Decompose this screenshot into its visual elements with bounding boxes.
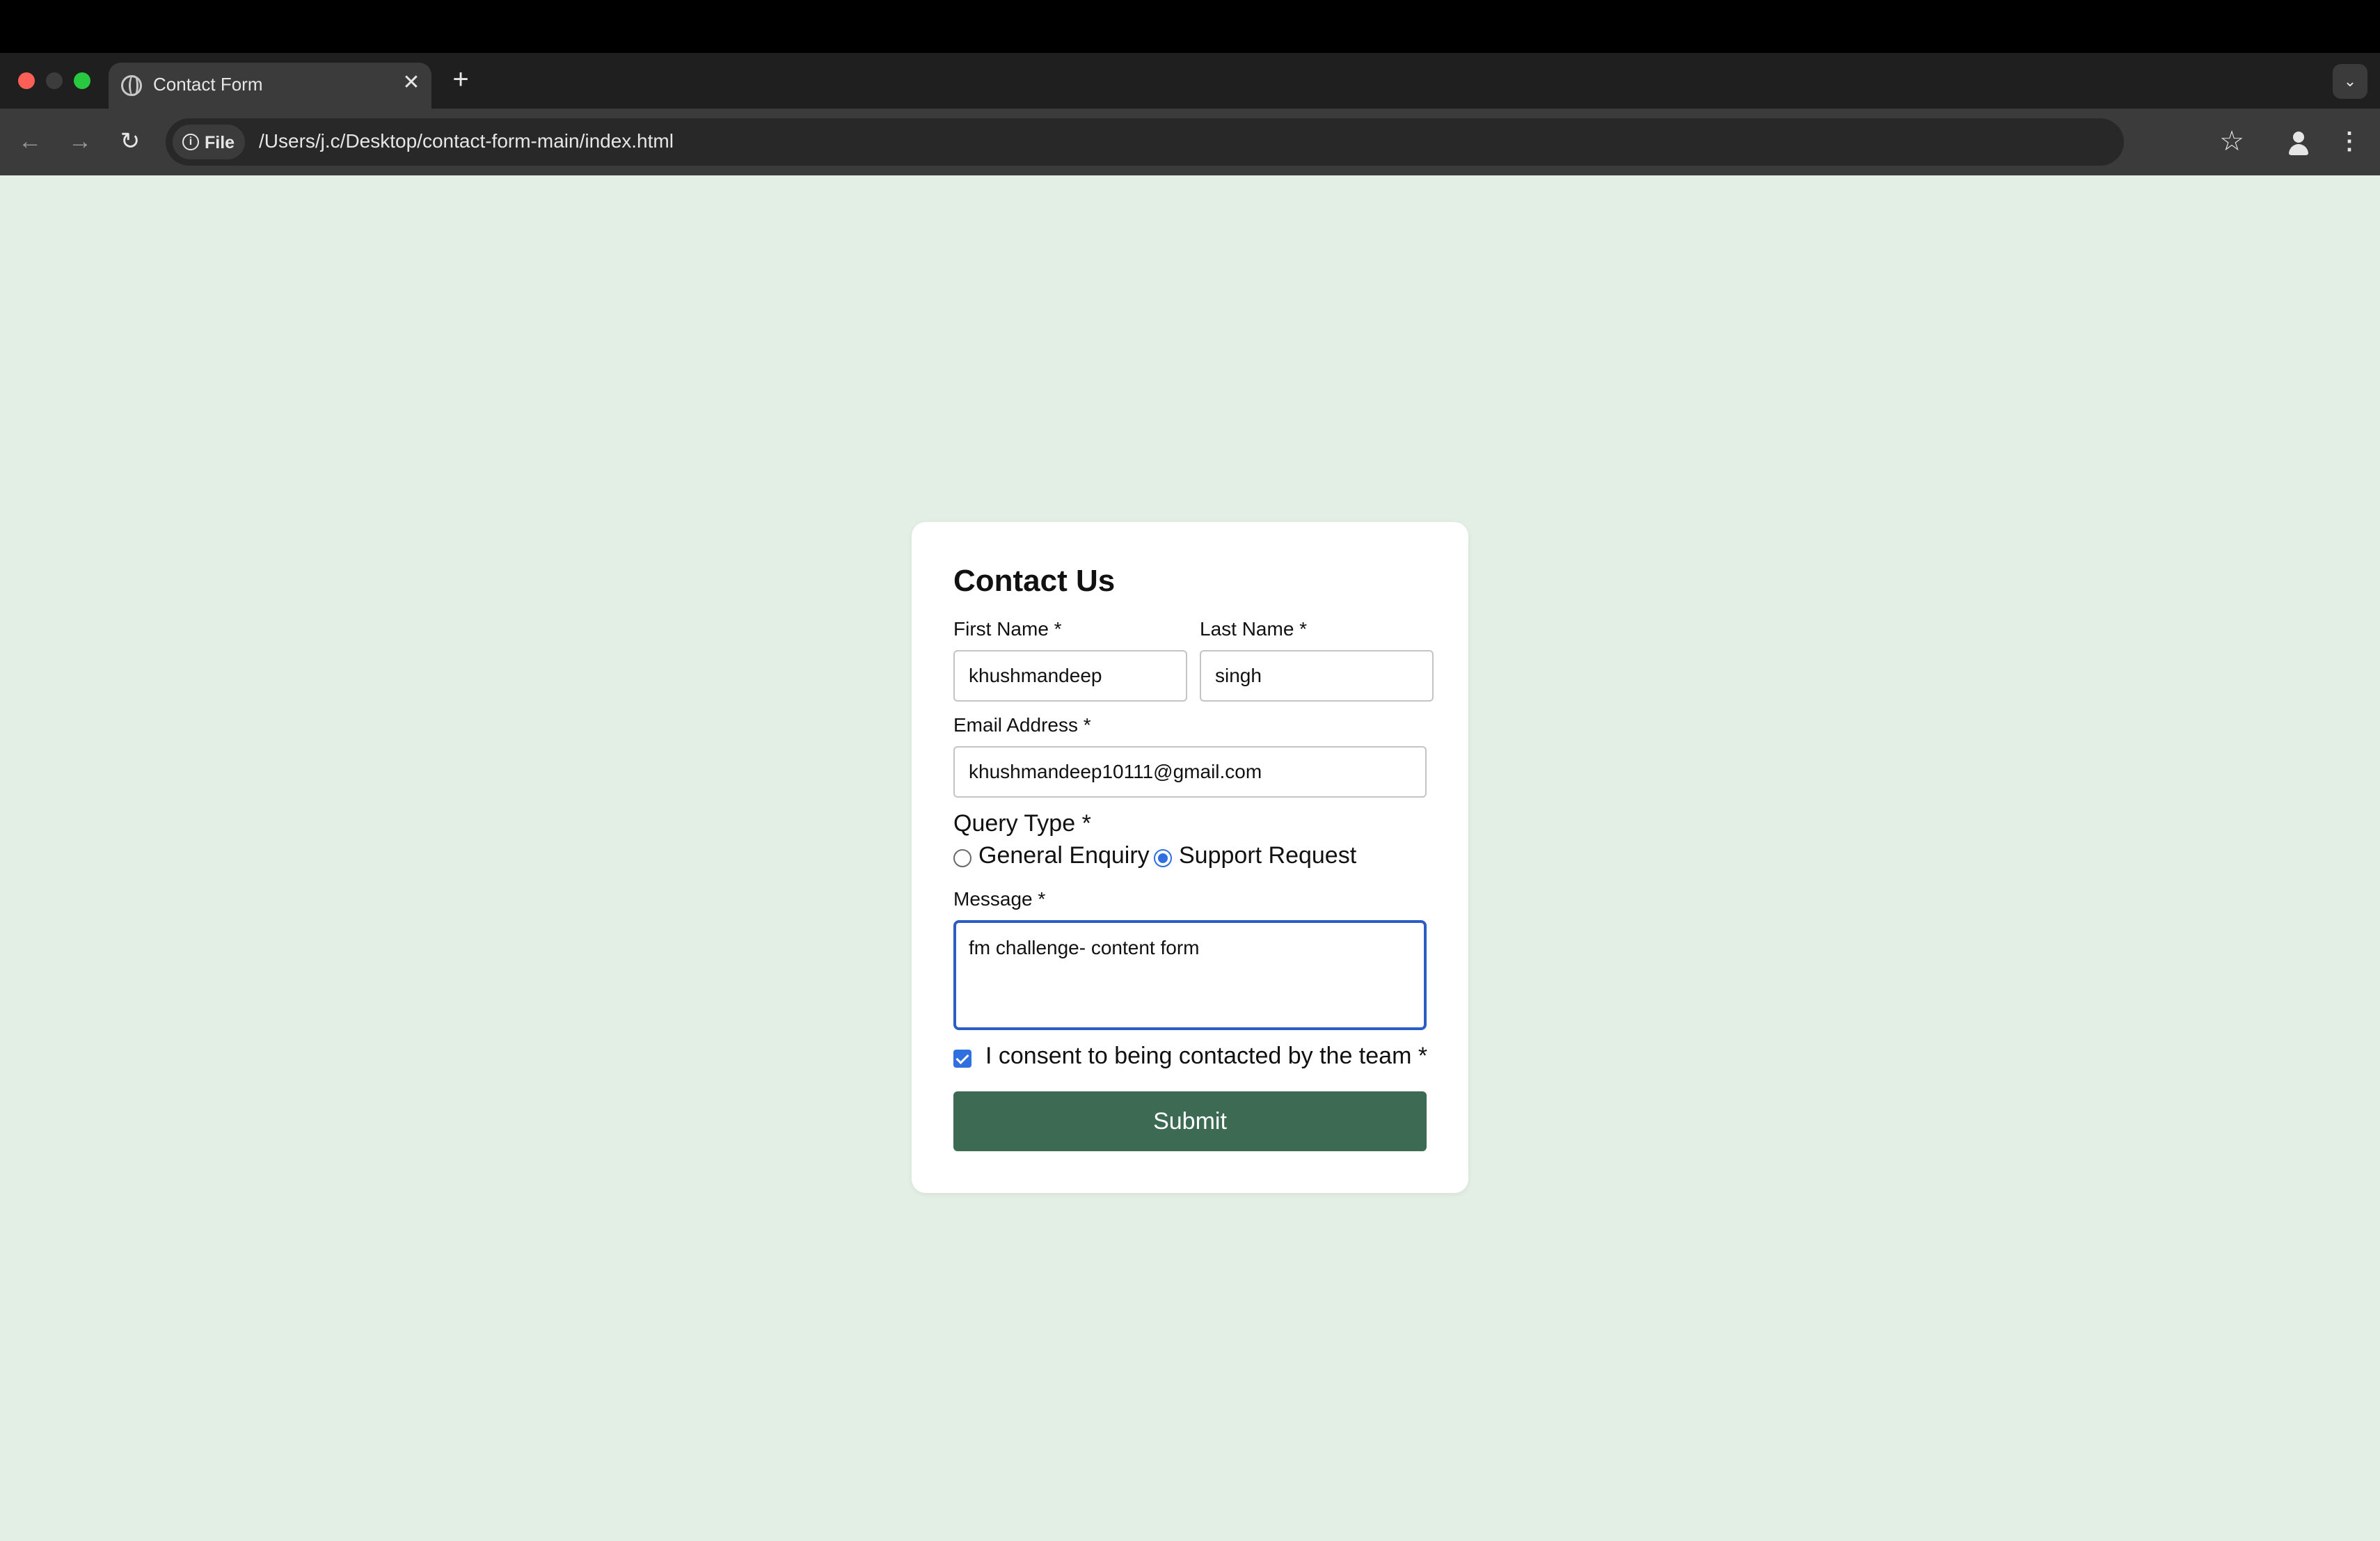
general-enquiry-label[interactable]: General Enquiry: [978, 842, 1150, 869]
globe-icon: [121, 75, 142, 96]
reload-icon[interactable]: ↻: [113, 124, 148, 159]
new-tab-button[interactable]: +: [445, 64, 476, 95]
support-request-radio[interactable]: [1154, 849, 1172, 867]
url-text[interactable]: /Users/j.c/Desktop/contact-form-main/ind…: [259, 130, 674, 152]
maximize-window-button[interactable]: [74, 72, 90, 89]
tab-title: Contact Form: [153, 74, 263, 95]
consent-checkbox[interactable]: [953, 1050, 971, 1068]
file-chip-label: File: [205, 133, 235, 152]
browser-tab[interactable]: Contact Form ✕: [109, 63, 431, 109]
profile-icon[interactable]: [2283, 125, 2315, 157]
message-text: fm challenge- content form: [969, 937, 1200, 958]
forward-arrow-icon[interactable]: →: [63, 124, 97, 159]
info-icon: i: [182, 134, 199, 150]
submit-button[interactable]: Submit: [953, 1091, 1427, 1151]
close-tab-icon[interactable]: ✕: [399, 71, 423, 95]
message-label: Message *: [953, 888, 1046, 910]
consent-label[interactable]: I consent to being contacted by the team…: [985, 1043, 1427, 1070]
tab-search-button[interactable]: ⌄: [2333, 64, 2367, 99]
support-request-label[interactable]: Support Request: [1179, 842, 1356, 869]
back-arrow-icon[interactable]: ←: [13, 124, 47, 159]
general-enquiry-radio[interactable]: [953, 849, 971, 867]
profile-head: [2293, 132, 2304, 143]
form-controls: General Enquiry Support Request Message …: [912, 522, 1468, 1193]
site-info-chip[interactable]: i File: [173, 125, 245, 159]
close-window-button[interactable]: [18, 72, 35, 89]
minimize-window-button[interactable]: [46, 72, 63, 89]
star-icon[interactable]: ☆: [2213, 123, 2251, 160]
profile-body: [2289, 144, 2308, 155]
window-titlebar: [0, 0, 2380, 53]
address-bar[interactable]: i File /Users/j.c/Desktop/contact-form-m…: [166, 118, 2124, 166]
menu-kebab-icon[interactable]: ⋮: [2334, 124, 2365, 159]
message-textarea[interactable]: fm challenge- content form: [953, 920, 1427, 1030]
